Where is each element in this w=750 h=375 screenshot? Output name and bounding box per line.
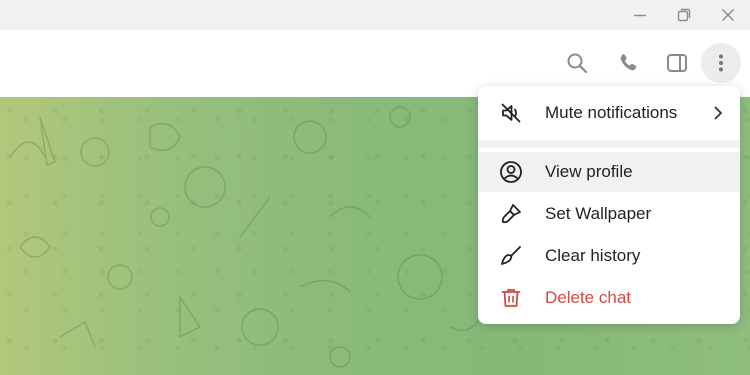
menu-item-label: Clear history (545, 246, 641, 265)
sidebar-toggle-button[interactable] (659, 45, 695, 81)
minimize-button[interactable] (627, 3, 653, 27)
chevron-right-icon (710, 105, 726, 121)
window-titlebar (0, 0, 750, 30)
menu-item-label: View profile (545, 162, 633, 181)
bell-muted-icon (499, 101, 523, 125)
menu-item-label: Delete chat (545, 288, 631, 307)
menu-item-delete-chat[interactable]: Delete chat (478, 278, 740, 318)
broom-icon (499, 244, 523, 268)
restore-button[interactable] (671, 3, 697, 27)
brush-icon (499, 202, 523, 226)
phone-icon (620, 54, 637, 71)
menu-item-clear-history[interactable]: Clear history (478, 236, 740, 276)
restore-icon (677, 8, 691, 22)
more-vertical-icon (719, 54, 723, 72)
more-button[interactable] (701, 43, 741, 83)
user-circle-icon (499, 160, 523, 184)
minimize-icon (634, 14, 646, 17)
close-button[interactable] (715, 3, 741, 27)
menu-item-view-profile[interactable]: View profile (478, 152, 740, 192)
chat-context-menu: Mute notifications View profile Set Wall… (478, 86, 740, 324)
search-icon (567, 53, 588, 74)
trash-icon (499, 286, 523, 310)
menu-item-label: Mute notifications (545, 103, 678, 122)
search-button[interactable] (559, 45, 595, 81)
menu-item-mute-notifications[interactable]: Mute notifications (478, 93, 740, 133)
menu-item-set-wallpaper[interactable]: Set Wallpaper (478, 194, 740, 234)
menu-separator (478, 140, 740, 148)
sidebar-toggle-icon (667, 54, 687, 72)
close-icon (722, 9, 734, 21)
menu-item-label: Set Wallpaper (545, 204, 652, 223)
call-button[interactable] (610, 45, 646, 81)
